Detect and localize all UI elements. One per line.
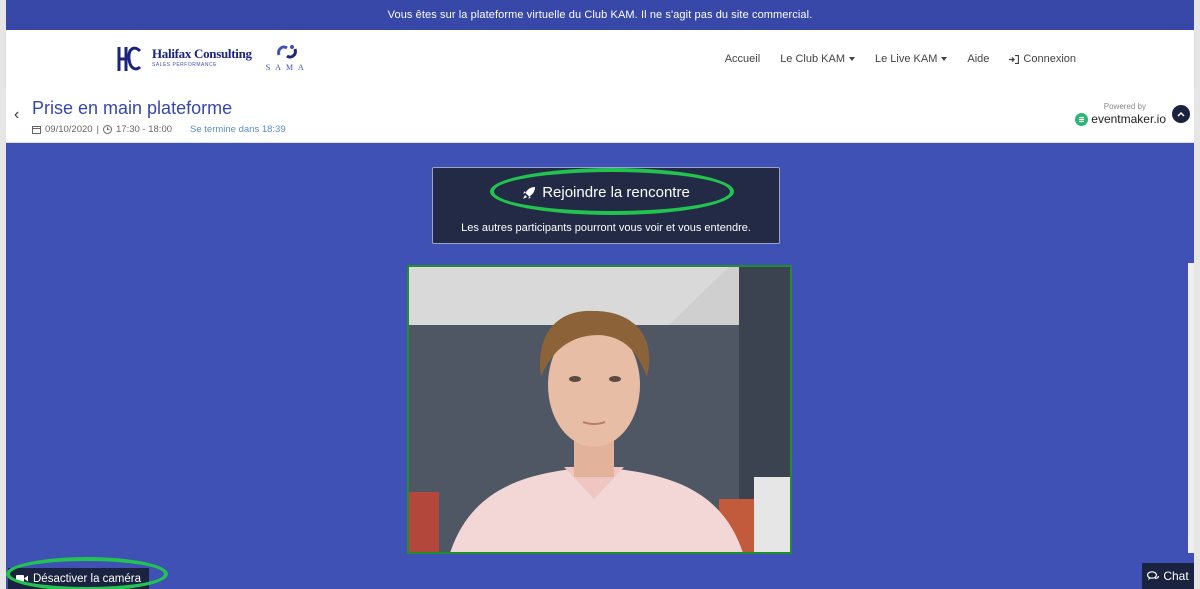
participant-video (409, 267, 790, 552)
join-note: Les autres participants pourront vous vo… (461, 222, 751, 234)
camera-highlight-ring (6, 557, 168, 589)
nav-accueil[interactable]: Accueil (725, 53, 760, 65)
meeting-area: Rejoindre la rencontre Les autres partic… (6, 143, 1194, 589)
chat-button[interactable]: Chat (1142, 563, 1194, 589)
event-header: ‹ Prise en main plateforme 09/10/2020 | … (6, 88, 1194, 143)
chat-bubbles-icon (1147, 571, 1160, 580)
logo-tagline: SALES PERFORMANCE (152, 62, 217, 68)
nav-live-kam[interactable]: Le Live KAM (875, 53, 948, 65)
event-meta: 09/10/2020 | 17:30 - 18:00 Se termine da… (32, 124, 286, 135)
calendar-icon (32, 126, 41, 134)
sama-logo: SAMA (266, 43, 309, 72)
eventmaker-icon (1075, 112, 1089, 126)
event-ends-in: Se termine dans 18:39 (190, 124, 286, 135)
sama-swirl-icon (277, 44, 298, 59)
nav-aide[interactable]: Aide (967, 53, 989, 65)
clock-icon (103, 125, 113, 134)
caret-down-icon (849, 57, 855, 61)
chevron-up-icon (1177, 111, 1185, 117)
sign-in-icon (1009, 54, 1020, 64)
self-video-preview (407, 265, 792, 554)
nav-club-kam[interactable]: Le Club KAM (780, 53, 855, 65)
collapse-up-button[interactable] (1172, 105, 1190, 123)
eventmaker-logo: eventmaker.io (1075, 112, 1166, 126)
nav-links: Accueil Le Club KAM Le Live KAM Aide Con… (725, 30, 1076, 88)
join-highlight-ring (490, 168, 734, 215)
back-chevron-icon[interactable]: ‹ (14, 106, 19, 124)
scrollbar[interactable] (1188, 263, 1194, 553)
event-time: 17:30 - 18:00 (116, 124, 173, 135)
halifax-logo[interactable]: Halifax Consulting SALES PERFORMANCE SAM… (116, 41, 309, 73)
main-navbar: Halifax Consulting SALES PERFORMANCE SAM… (6, 30, 1194, 88)
event-date: 09/10/2020 (45, 124, 93, 135)
platform-banner: Vous êtes sur la plateforme virtuelle du… (6, 0, 1194, 30)
caret-down-icon (941, 57, 948, 61)
logo-name: Halifax Consulting (152, 46, 252, 61)
nav-connexion[interactable]: Connexion (1009, 53, 1076, 65)
event-title: Prise en main plateforme (32, 98, 233, 118)
powered-by[interactable]: Powered by eventmaker.io (1075, 102, 1166, 126)
hc-monogram-icon (116, 41, 142, 73)
sama-text: SAMA (265, 62, 309, 72)
